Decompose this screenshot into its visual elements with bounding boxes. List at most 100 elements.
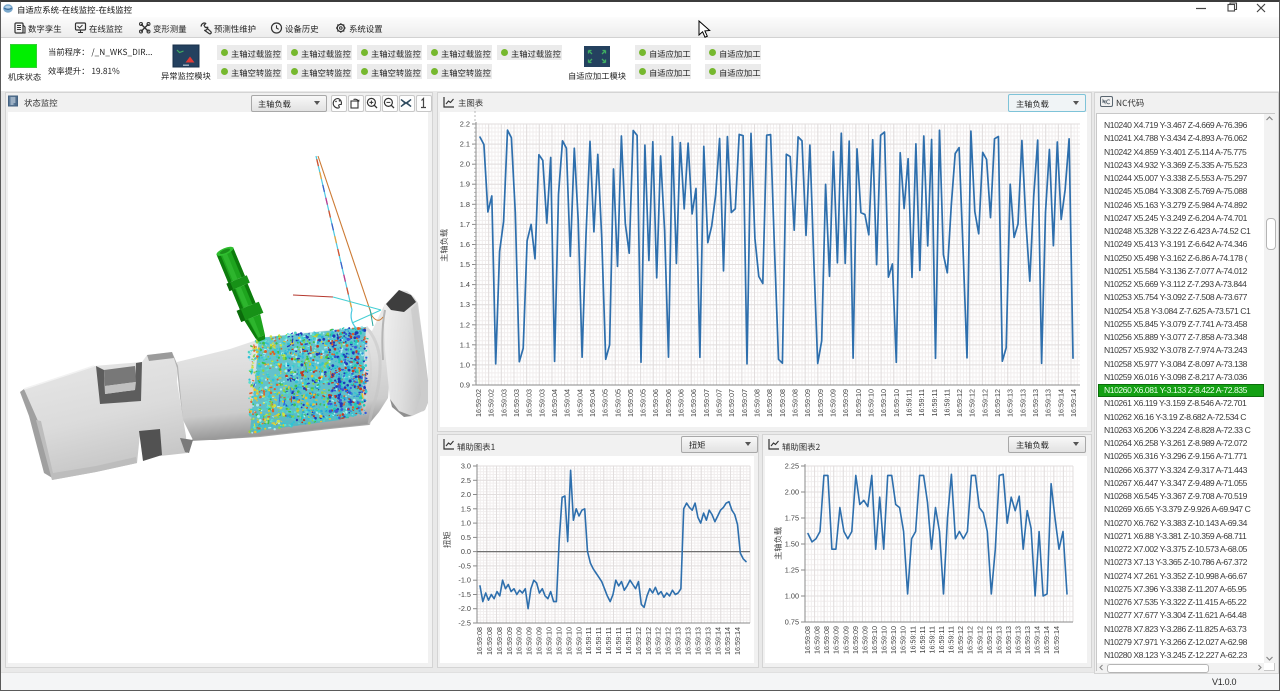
svg-text:16:59:11: 16:59:11 — [904, 389, 913, 416]
svg-text:1.3: 1.3 — [460, 300, 470, 309]
svg-text:16:59:10: 16:59:10 — [889, 626, 898, 654]
svg-text:16:59:05: 16:59:05 — [613, 389, 622, 417]
svg-text:16:59:06: 16:59:06 — [677, 389, 686, 417]
svg-text:-1.0: -1.0 — [458, 576, 471, 585]
svg-text:16:59:14: 16:59:14 — [733, 627, 742, 655]
svg-text:16:59:04: 16:59:04 — [575, 389, 584, 417]
svg-text:16:59:10: 16:59:10 — [867, 389, 876, 417]
svg-text:16:59:12: 16:59:12 — [956, 626, 965, 654]
svg-text:16:59:05: 16:59:05 — [601, 389, 610, 417]
svg-text:2.2: 2.2 — [460, 120, 470, 129]
svg-text:16:59:10: 16:59:10 — [892, 389, 901, 417]
svg-text:1.75: 1.75 — [785, 514, 799, 523]
svg-text:16:59:13: 16:59:13 — [703, 627, 712, 655]
svg-text:16:59:13: 16:59:13 — [694, 627, 703, 655]
svg-text:16:59:13: 16:59:13 — [1004, 626, 1013, 654]
svg-text:16:59:05: 16:59:05 — [626, 389, 635, 417]
svg-text:16:59:09: 16:59:09 — [816, 389, 825, 417]
svg-text:16:59:09: 16:59:09 — [841, 389, 850, 417]
svg-text:16:59:13: 16:59:13 — [1031, 389, 1040, 417]
svg-text:16:59:11: 16:59:11 — [918, 626, 927, 653]
svg-text:0.0: 0.0 — [461, 547, 471, 556]
svg-text:16:59:12: 16:59:12 — [654, 627, 663, 655]
svg-text:16:59:13: 16:59:13 — [1023, 626, 1032, 654]
svg-text:1.7: 1.7 — [460, 220, 470, 229]
svg-text:1.25: 1.25 — [785, 566, 799, 575]
svg-text:0.5: 0.5 — [461, 533, 471, 542]
svg-text:16:59:10: 16:59:10 — [870, 626, 879, 654]
svg-text:16:59:12: 16:59:12 — [634, 627, 643, 655]
svg-text:1.0: 1.0 — [460, 360, 470, 369]
svg-text:16:59:13: 16:59:13 — [994, 626, 1003, 654]
svg-text:1.2: 1.2 — [460, 320, 470, 329]
svg-text:16:59:10: 16:59:10 — [854, 389, 863, 417]
svg-text:16:59:08: 16:59:08 — [753, 389, 762, 417]
svg-text:-0.5: -0.5 — [458, 561, 471, 570]
svg-text:1.0: 1.0 — [461, 519, 471, 528]
svg-text:16:59:03: 16:59:03 — [499, 389, 508, 417]
svg-text:16:59:12: 16:59:12 — [966, 626, 975, 654]
svg-text:16:59:11: 16:59:11 — [930, 389, 939, 416]
svg-text:16:59:09: 16:59:09 — [803, 389, 812, 417]
svg-text:16:59:09: 16:59:09 — [535, 627, 544, 655]
svg-text:16:59:08: 16:59:08 — [803, 626, 812, 654]
svg-text:16:59:12: 16:59:12 — [955, 389, 964, 417]
svg-text:16:59:12: 16:59:12 — [975, 626, 984, 654]
svg-text:16:59:10: 16:59:10 — [564, 627, 573, 655]
svg-text:2.25: 2.25 — [785, 462, 799, 471]
svg-text:16:59:07: 16:59:07 — [727, 389, 736, 417]
svg-text:1.4: 1.4 — [460, 280, 470, 289]
svg-text:16:59:09: 16:59:09 — [851, 626, 860, 654]
svg-text:16:59:11: 16:59:11 — [584, 627, 593, 654]
svg-text:16:59:10: 16:59:10 — [879, 389, 888, 417]
svg-text:16:59:06: 16:59:06 — [651, 389, 660, 417]
svg-text:16:59:12: 16:59:12 — [664, 627, 673, 655]
svg-text:2.00: 2.00 — [785, 488, 799, 497]
svg-text:16:59:09: 16:59:09 — [505, 627, 514, 655]
svg-text:16:59:10: 16:59:10 — [545, 627, 554, 655]
svg-text:1.8: 1.8 — [460, 200, 470, 209]
svg-text:2.1: 2.1 — [460, 140, 470, 149]
svg-text:3.0: 3.0 — [461, 462, 471, 471]
svg-text:16:59:13: 16:59:13 — [1018, 389, 1027, 417]
svg-text:16:59:12: 16:59:12 — [644, 627, 653, 655]
svg-text:16:59:14: 16:59:14 — [1052, 626, 1061, 654]
svg-text:16:59:05: 16:59:05 — [639, 389, 648, 417]
svg-text:-1.5: -1.5 — [458, 590, 471, 599]
svg-text:16:59:11: 16:59:11 — [947, 626, 956, 653]
svg-text:16:59:11: 16:59:11 — [594, 627, 603, 654]
svg-text:-2.0: -2.0 — [458, 604, 471, 613]
svg-text:1.6: 1.6 — [460, 240, 470, 249]
svg-text:16:59:13: 16:59:13 — [1044, 389, 1053, 417]
svg-text:16:59:12: 16:59:12 — [993, 389, 1002, 417]
svg-text:1.5: 1.5 — [460, 260, 470, 269]
svg-text:16:59:03: 16:59:03 — [525, 389, 534, 417]
svg-text:16:59:12: 16:59:12 — [985, 626, 994, 654]
svg-text:16:59:11: 16:59:11 — [614, 627, 623, 654]
svg-text:16:59:06: 16:59:06 — [689, 389, 698, 417]
svg-text:0.75: 0.75 — [785, 618, 799, 627]
svg-text:16:59:08: 16:59:08 — [822, 626, 831, 654]
svg-text:16:59:11: 16:59:11 — [937, 626, 946, 653]
svg-text:16:59:11: 16:59:11 — [908, 626, 917, 653]
svg-text:16:59:09: 16:59:09 — [829, 389, 838, 417]
svg-text:16:59:14: 16:59:14 — [1056, 389, 1065, 417]
svg-text:16:59:13: 16:59:13 — [674, 627, 683, 655]
svg-text:16:59:14: 16:59:14 — [1042, 626, 1051, 654]
svg-text:16:59:09: 16:59:09 — [841, 626, 850, 654]
svg-text:16:59:03: 16:59:03 — [537, 389, 546, 417]
svg-text:16:59:04: 16:59:04 — [550, 389, 559, 417]
svg-text:16:59:02: 16:59:02 — [487, 389, 496, 417]
svg-text:16:59:13: 16:59:13 — [1014, 626, 1023, 654]
svg-text:16:59:09: 16:59:09 — [860, 626, 869, 654]
svg-text:16:59:11: 16:59:11 — [942, 389, 951, 416]
svg-text:1.9: 1.9 — [460, 180, 470, 189]
svg-text:1.50: 1.50 — [785, 540, 799, 549]
svg-text:16:59:08: 16:59:08 — [495, 627, 504, 655]
svg-text:16:59:02: 16:59:02 — [474, 389, 483, 417]
svg-text:16:59:13: 16:59:13 — [1006, 389, 1015, 417]
svg-text:1.00: 1.00 — [785, 592, 799, 601]
svg-text:16:59:10: 16:59:10 — [554, 627, 563, 655]
svg-text:16:59:08: 16:59:08 — [813, 626, 822, 654]
svg-text:16:59:07: 16:59:07 — [702, 389, 711, 417]
